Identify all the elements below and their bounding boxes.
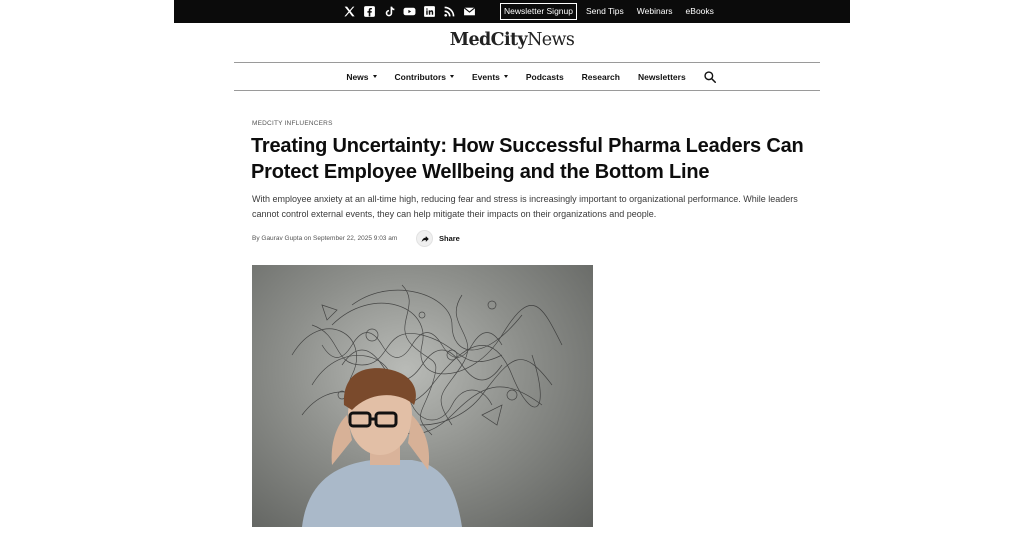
article-hero-image [252,265,593,527]
utility-links: Newsletter Signup Send Tips Webinars eBo… [500,3,727,20]
newsletter-signup-link[interactable]: Newsletter Signup [500,3,577,20]
article-category[interactable]: MEDCITY INFLUENCERS [252,120,333,127]
search-icon[interactable] [703,70,717,84]
chevron-down-icon [372,75,377,78]
nav-label: News [346,71,369,82]
nav-item-events[interactable]: Events [472,72,508,82]
nav-item-newsletters[interactable]: Newsletters [638,72,686,82]
nav-label: Contributors [394,71,446,82]
nav-item-contributors[interactable]: Contributors [395,72,454,82]
x-icon[interactable] [342,4,356,18]
article-dek: With employee anxiety at an all-time hig… [252,194,798,219]
nav-item-news[interactable]: News [346,71,377,82]
chevron-down-icon [450,75,454,78]
webinars-link[interactable]: Webinars [637,4,673,19]
send-tips-link[interactable]: Send Tips [586,4,624,19]
share-label: Share [439,234,460,243]
article-title: Treating Uncertainty: How Successful Pha… [251,135,804,183]
logo-part-medcity: MedCity [449,30,528,50]
article-byline: By Gaurav Gupta on September 22, 2025 9:… [252,235,398,242]
nav-item-podcasts[interactable]: Podcasts [526,72,564,82]
chevron-down-icon [503,75,508,78]
rss-icon[interactable] [442,4,456,18]
nav-bottom-rule [234,90,820,91]
social-icons [342,4,476,18]
site-logo[interactable]: MedCityNews [0,30,1024,50]
ebooks-link[interactable]: eBooks [686,4,714,19]
nav-label: Podcasts [525,71,564,82]
share-arrow-icon [416,230,433,247]
facebook-icon[interactable] [362,4,376,18]
share-button[interactable]: Share [416,230,460,247]
youtube-icon[interactable] [402,4,416,18]
tiktok-icon[interactable] [382,4,396,18]
nav-label: Research [581,71,620,82]
stressed-man-illustration [291,284,563,527]
nav-label: Events [472,71,500,82]
email-icon[interactable] [462,4,476,18]
nav-item-research[interactable]: Research [582,72,620,82]
nav-label: Newsletters [637,71,686,82]
logo-part-news: News [527,30,575,50]
main-nav: News Contributors Events Podcasts Resear… [234,63,820,90]
linkedin-icon[interactable] [422,4,436,18]
top-utility-bar: Newsletter Signup Send Tips Webinars eBo… [174,0,850,23]
